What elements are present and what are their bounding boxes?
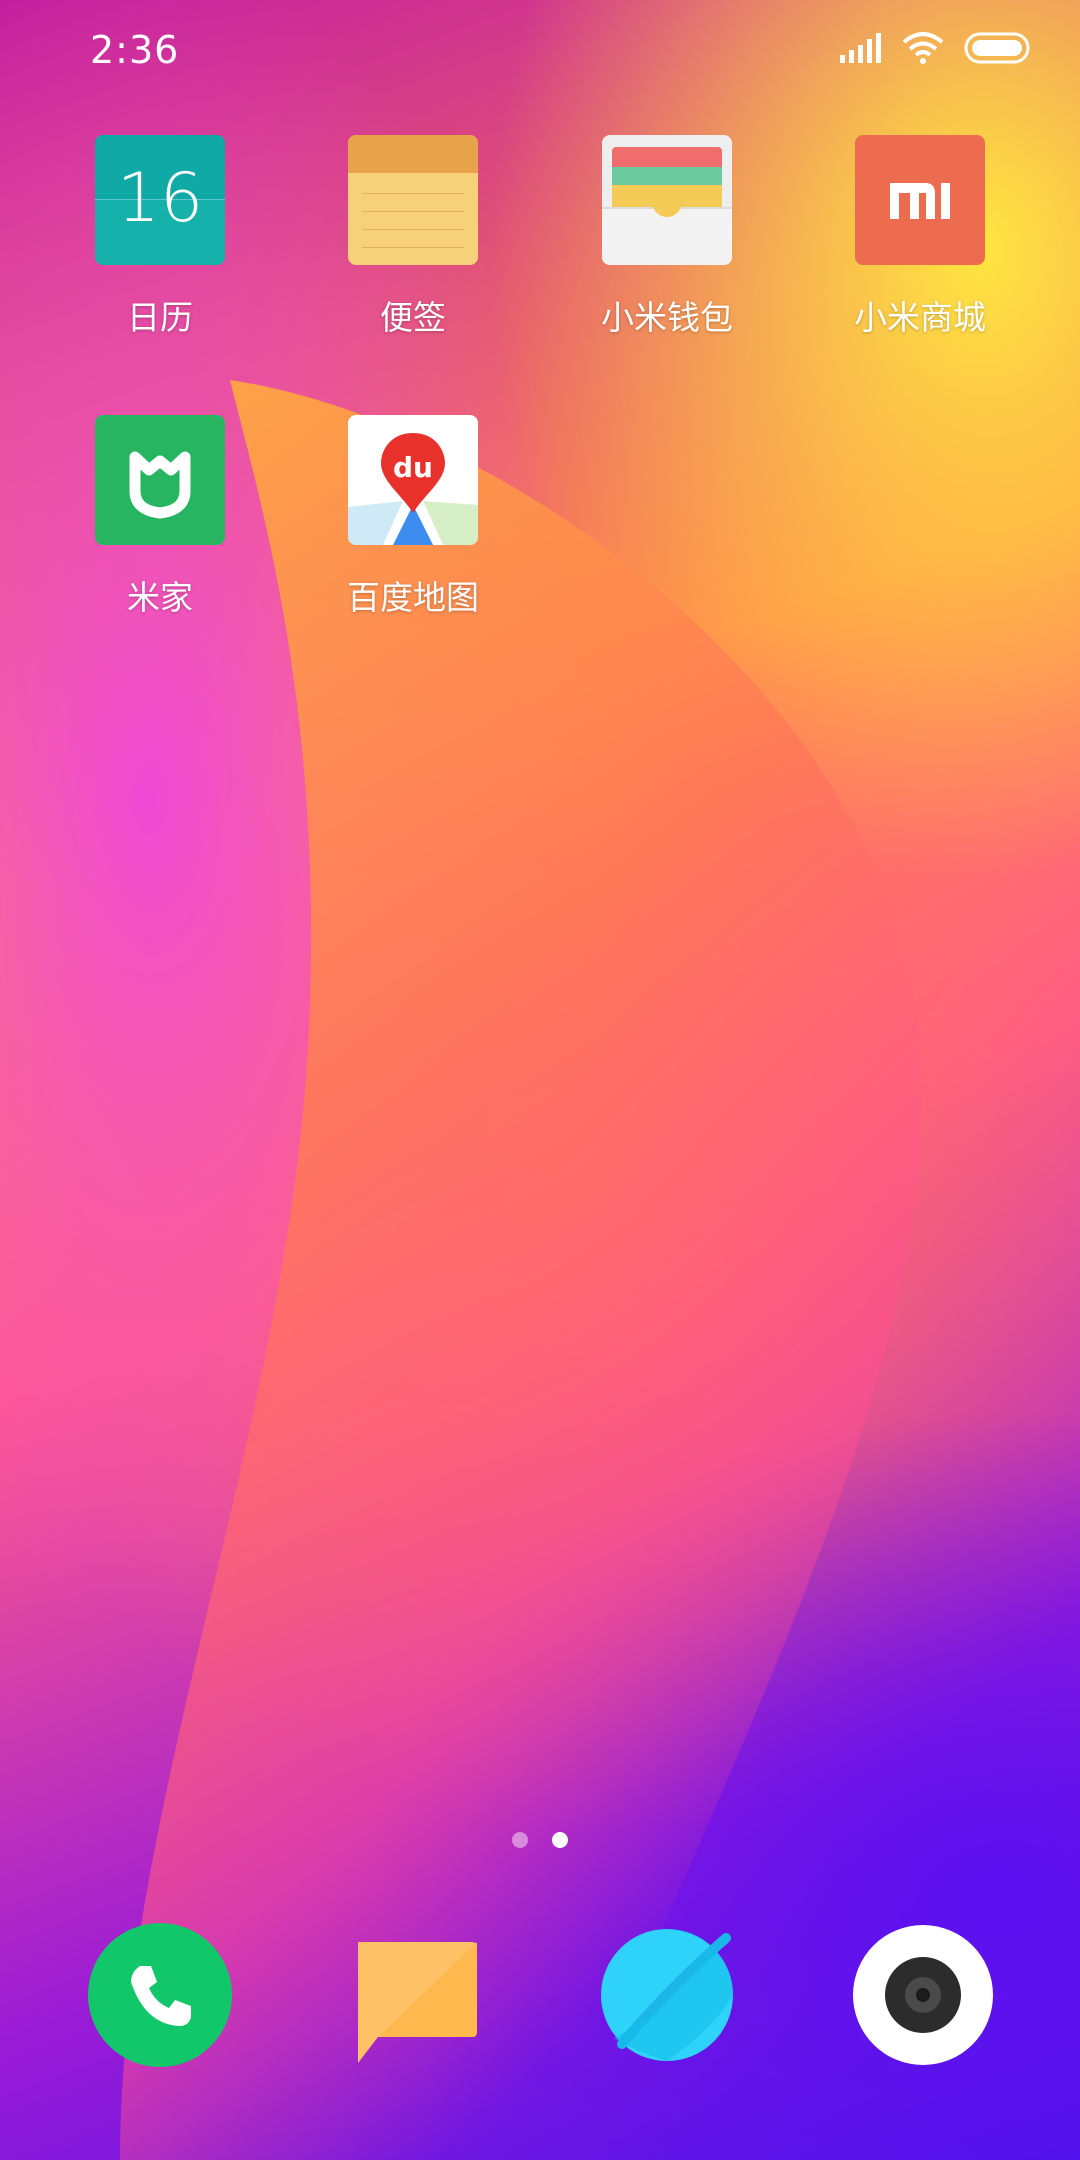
app-label: 米家: [127, 578, 193, 617]
baidu-maps-icon: du: [348, 415, 478, 545]
browser-icon: [601, 1929, 733, 2061]
baidu-logo-text: du: [393, 451, 433, 484]
page-dot-2[interactable]: [552, 1832, 568, 1848]
app-label: 小米钱包: [601, 298, 733, 337]
mi-store-icon: [855, 135, 985, 265]
app-mijia[interactable]: 米家: [40, 415, 280, 619]
app-mi-store[interactable]: 小米商城: [800, 135, 1040, 339]
signal-icon: [840, 33, 881, 63]
status-bar: 2:36: [0, 0, 1080, 100]
wifi-icon: [902, 32, 944, 64]
camera-icon: [853, 1925, 993, 2065]
dock-camera[interactable]: [848, 1920, 998, 2070]
dock: [0, 1920, 1080, 2080]
app-label: 小米商城: [854, 298, 986, 337]
battery-icon: [964, 32, 1030, 64]
dock-messages[interactable]: [340, 1920, 490, 2070]
clock-time: 2:36: [90, 28, 180, 72]
notes-icon: [348, 135, 478, 265]
page-indicator: [0, 1832, 1080, 1848]
dock-browser[interactable]: [592, 1920, 742, 2070]
app-label: 百度地图: [347, 578, 479, 617]
messages-icon: [358, 1942, 477, 2063]
app-notes[interactable]: 便签: [293, 135, 533, 339]
phone-icon: [88, 1923, 232, 2067]
app-label: 日历: [127, 298, 193, 337]
page-dot-1[interactable]: [512, 1832, 528, 1848]
calendar-icon: 16: [95, 135, 225, 265]
dock-phone[interactable]: [85, 1920, 235, 2070]
app-calendar[interactable]: 16 日历: [40, 135, 280, 339]
app-baidu-maps[interactable]: du 百度地图: [293, 415, 533, 619]
app-label: 便签: [380, 298, 446, 337]
wallet-icon: [602, 135, 732, 265]
calendar-day: 16: [116, 159, 204, 238]
app-mi-wallet[interactable]: 小米钱包: [547, 135, 787, 339]
mijia-icon: [95, 415, 225, 545]
